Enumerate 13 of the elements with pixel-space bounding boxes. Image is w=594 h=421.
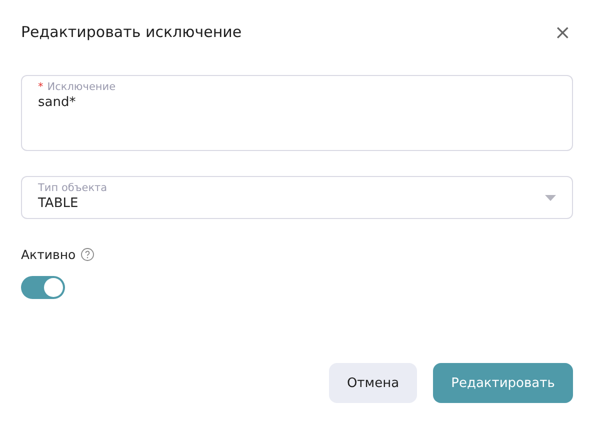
caret-icon xyxy=(545,195,556,201)
help-icon[interactable] xyxy=(80,248,94,261)
active-label: Активно xyxy=(21,247,76,262)
close-button[interactable]: × xyxy=(552,22,573,42)
cancel-button[interactable]: Отмена xyxy=(329,363,417,403)
object-type-select[interactable]: Тип объекта TABLE xyxy=(21,176,573,219)
field-label: * Исключение xyxy=(38,81,117,94)
field-value: TABLE xyxy=(38,195,80,213)
exclusion-field[interactable]: * Исключение sand* xyxy=(21,75,573,151)
field-value: sand* xyxy=(38,94,77,112)
field-label: Тип объекта xyxy=(38,182,108,195)
dialog-title: Редактировать исключение xyxy=(21,23,242,41)
toggle-switch[interactable] xyxy=(21,276,65,299)
